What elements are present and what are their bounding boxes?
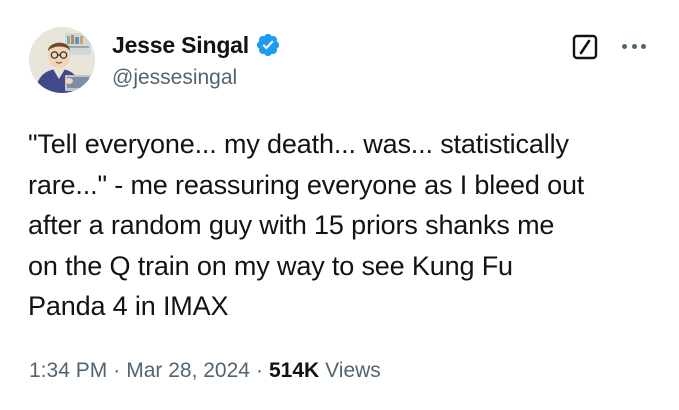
tweet-time[interactable]: 1:34 PM: [29, 359, 107, 383]
tweet-text: "Tell everyone... my death... was... sta…: [28, 129, 585, 321]
meta-separator: ·: [113, 359, 121, 382]
author-name-row: Jesse Singal: [112, 30, 281, 60]
tweet-meta: 1:34 PM · Mar 28, 2024 · 514K Views: [29, 359, 381, 383]
tweet-date[interactable]: Mar 28, 2024: [126, 359, 250, 383]
tweet-card: Jesse Singal @jessesingal "Tell everyone…: [0, 0, 679, 410]
avatar[interactable]: [29, 27, 95, 93]
more-dot: [641, 43, 646, 49]
more-dot: [631, 43, 637, 49]
views-count[interactable]: 514K: [269, 359, 319, 383]
verified-badge-icon[interactable]: [255, 32, 281, 58]
author-display-name[interactable]: Jesse Singal: [112, 32, 249, 59]
author-handle[interactable]: @jessesingal: [112, 66, 237, 90]
meta-separator: ·: [255, 359, 263, 382]
views-label: Views: [325, 359, 381, 382]
grok-slash-icon[interactable]: [572, 34, 598, 60]
more-dot: [622, 43, 627, 49]
avatar-cartoon-icon: [29, 27, 95, 93]
more-horizontal-icon[interactable]: [617, 36, 651, 56]
